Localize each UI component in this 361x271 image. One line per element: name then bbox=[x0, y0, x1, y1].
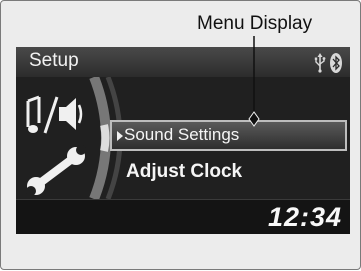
manual-figure-frame: Menu Display Setup Sound Settings Adjust… bbox=[0, 0, 361, 270]
selection-arrow-icon bbox=[117, 131, 123, 141]
status-bar: 12:34 bbox=[16, 199, 350, 234]
menu-item-sound-settings[interactable]: Sound Settings bbox=[110, 120, 347, 151]
menu-item-adjust-clock[interactable]: Adjust Clock bbox=[126, 161, 242, 183]
music-speaker-icon bbox=[26, 95, 83, 134]
audio-display-screen: Setup Sound Settings Adjust Clock 12:34 bbox=[16, 47, 350, 234]
menu-item-label: Sound Settings bbox=[124, 125, 240, 144]
header-bar: Setup bbox=[16, 47, 350, 77]
screen-title: Setup bbox=[29, 50, 79, 71]
callout-label: Menu Display bbox=[197, 13, 313, 34]
wrench-icon bbox=[26, 145, 86, 195]
clock-display: 12:34 bbox=[267, 202, 342, 232]
bluetooth-icon bbox=[330, 53, 342, 73]
usb-icon bbox=[314, 53, 326, 73]
